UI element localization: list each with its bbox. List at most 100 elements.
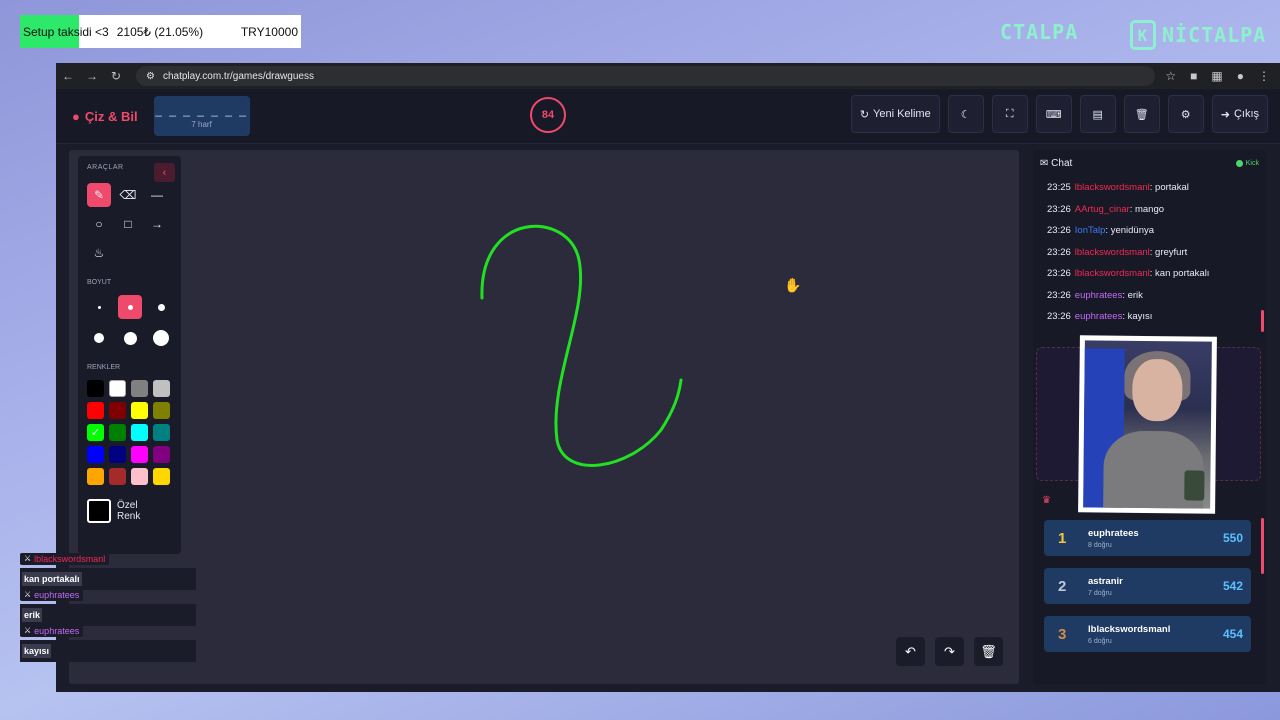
leaderboard-score: 454 <box>1222 627 1243 641</box>
color-swatch[interactable] <box>109 380 126 397</box>
undo-button[interactable]: ↶ <box>896 637 925 666</box>
online-dot-icon <box>1235 160 1243 167</box>
archive-button[interactable]: ▤ <box>1079 95 1116 133</box>
color-swatch[interactable] <box>131 380 148 397</box>
redo-button[interactable]: ↷ <box>935 637 964 666</box>
settings-button[interactable]: ⚙ <box>1167 95 1204 133</box>
chat-username[interactable]: euphratees <box>1075 311 1123 322</box>
chat-text: : yenidünya <box>1105 225 1155 236</box>
arrow-right-icon: → <box>151 217 163 231</box>
word-length: 7 harf <box>191 120 212 129</box>
line-icon: — <box>151 188 163 202</box>
color-palette: ✓ <box>87 380 172 485</box>
color-swatch[interactable] <box>131 446 148 463</box>
color-swatch[interactable] <box>153 424 170 441</box>
chat-text: : mango <box>1129 203 1165 215</box>
fill-tool[interactable]: ♨ <box>87 241 111 265</box>
address-bar[interactable]: ⚙ chatplay.com.tr/games/drawguess <box>136 66 1156 86</box>
chat-username[interactable]: lblackswordsmanl <box>1075 182 1150 193</box>
color-swatch[interactable] <box>109 402 126 419</box>
donation-title: Setup taksidi <3 <box>23 24 109 39</box>
main-area: ✋ ARAÇLAR ‹ ✎ ⌫ — ○ □ → ♨ BOYUT RENKLER … <box>56 144 1280 692</box>
logout-icon: ➜ <box>1220 108 1230 121</box>
bookmark-star-icon[interactable]: ☆ <box>1165 69 1176 83</box>
collapse-panel-button[interactable]: ‹ <box>154 163 175 182</box>
size-option-xxl[interactable] <box>149 326 173 350</box>
archive-icon: ▤ <box>1092 108 1103 121</box>
brush-tool[interactable]: ✎ <box>87 183 111 207</box>
site-info-icon[interactable]: ⚙ <box>146 71 155 82</box>
color-swatch[interactable] <box>153 380 170 397</box>
color-swatch[interactable] <box>131 424 148 441</box>
fullscreen-button[interactable]: ⛶ <box>991 95 1028 133</box>
size-option-m[interactable] <box>149 295 173 319</box>
chat-text: : kan portakalı <box>1149 268 1210 279</box>
forward-icon[interactable]: → <box>80 69 104 83</box>
color-swatch[interactable] <box>87 402 104 419</box>
color-swatch[interactable] <box>153 468 170 485</box>
puzzle-icon[interactable]: ▦ <box>1211 69 1222 83</box>
new-word-button[interactable]: ↻ Yeni Kelime <box>850 95 940 133</box>
size-option-xs[interactable] <box>87 295 111 319</box>
chat-time: 23:26 <box>1047 203 1071 215</box>
menu-icon[interactable]: ⋮ <box>1258 69 1270 83</box>
chat-username[interactable]: lblackswordsmanl <box>1075 268 1150 279</box>
app-logo[interactable]: ● Çiz & Bil <box>72 109 138 124</box>
color-swatch[interactable] <box>153 402 170 419</box>
color-swatch[interactable] <box>87 446 104 463</box>
redo-icon: ↷ <box>944 643 955 659</box>
stream-chat-item: ⚔ euphratees kayısı <box>20 620 196 662</box>
platform-status: Kick <box>1235 160 1259 167</box>
chat-scrollbar[interactable] <box>1261 310 1264 332</box>
extension-icon[interactable]: ■ <box>1190 69 1197 83</box>
keyboard-button[interactable]: ⌨ <box>1035 95 1072 133</box>
size-option-xl[interactable] <box>118 326 142 350</box>
size-option-s[interactable] <box>118 295 142 319</box>
sword-badge-icon: ⚔ <box>24 554 32 563</box>
color-swatch[interactable] <box>109 446 126 463</box>
chat-message: 23:26 lblackswordsmanl: greyfurt <box>1047 242 1252 264</box>
rectangle-tool[interactable]: □ <box>116 212 140 236</box>
drawing-canvas[interactable]: ✋ ARAÇLAR ‹ ✎ ⌫ — ○ □ → ♨ BOYUT RENKLER … <box>69 150 1019 684</box>
line-tool[interactable]: — <box>145 183 169 207</box>
arrow-tool[interactable]: → <box>145 212 169 236</box>
color-swatch[interactable] <box>109 468 126 485</box>
clear-canvas-button[interactable]: 🗑 <box>974 637 1003 666</box>
color-swatch[interactable] <box>153 446 170 463</box>
tools-panel: ARAÇLAR ‹ ✎ ⌫ — ○ □ → ♨ BOYUT RENKLER ✓ … <box>78 156 181 554</box>
eraser-tool[interactable]: ⌫ <box>116 183 140 207</box>
chat-username[interactable]: euphratees <box>1075 290 1123 301</box>
stream-chat-text: kayısı <box>22 644 52 658</box>
eraser-icon: ⌫ <box>119 188 137 202</box>
fullscreen-icon: ⛶ <box>1005 107 1014 120</box>
palette-icon: ● <box>72 108 80 124</box>
custom-color-button[interactable]: Özel Renk <box>87 499 172 523</box>
theme-toggle-button[interactable]: ☾ <box>947 95 984 133</box>
chat-username[interactable]: IonTalp <box>1075 225 1106 236</box>
chat-time: 23:26 <box>1047 289 1071 301</box>
webcam-image <box>1083 340 1212 509</box>
back-icon[interactable]: ← <box>56 69 80 83</box>
color-swatch[interactable] <box>109 424 126 441</box>
donation-goal-bar: Setup taksidi <3 2105₺ (21.05%) TRY10000 <box>20 15 301 48</box>
reload-icon[interactable]: ↻ <box>104 69 128 83</box>
chat-username[interactable]: AArtug_cinar <box>1075 204 1130 215</box>
trash-button[interactable]: 🗑 <box>1123 95 1160 133</box>
circle-tool[interactable]: ○ <box>87 212 111 236</box>
color-swatch-selected[interactable]: ✓ <box>87 424 104 441</box>
chat-username[interactable]: lblackswordsmanl <box>1075 247 1150 258</box>
color-swatch[interactable] <box>87 468 104 485</box>
square-icon: □ <box>124 217 132 231</box>
size-dot <box>94 333 104 343</box>
custom-color-label-1: Özel <box>117 500 138 511</box>
color-swatch[interactable] <box>131 468 148 485</box>
profile-icon[interactable]: ● <box>1237 69 1244 83</box>
color-swatch[interactable] <box>87 380 104 397</box>
word-mask: _ _ _ _ _ _ _ <box>155 103 248 117</box>
chat-text: : greyfurt <box>1149 246 1188 258</box>
chat-message-list[interactable]: 23:25 lblackswordsmanl: portakal 23:26 AArt… <box>1033 177 1266 328</box>
exit-button[interactable]: ➜ Çıkış <box>1211 95 1268 133</box>
leaderboard-scrollbar[interactable] <box>1261 518 1264 574</box>
size-option-l[interactable] <box>87 326 111 350</box>
color-swatch[interactable] <box>131 402 148 419</box>
